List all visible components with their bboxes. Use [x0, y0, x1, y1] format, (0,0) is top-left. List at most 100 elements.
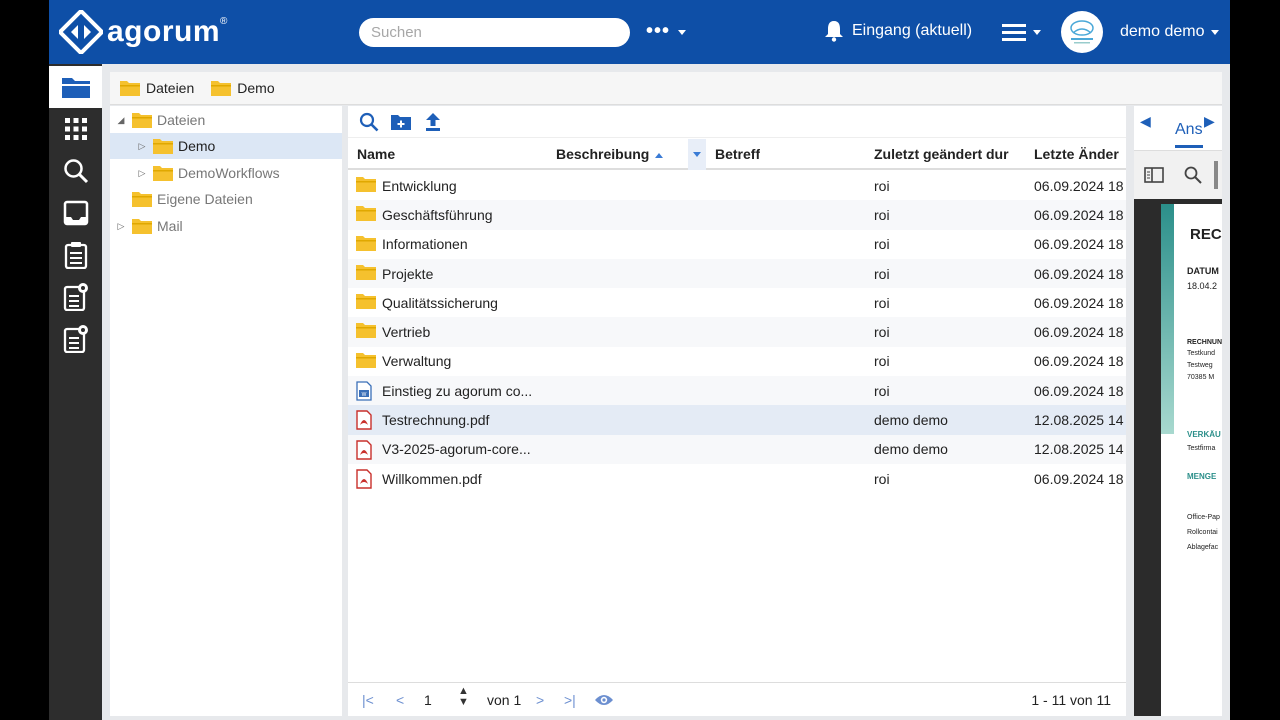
- hamburger-menu-icon[interactable]: [1002, 22, 1026, 42]
- inbox-label: Eingang (aktuell): [852, 22, 973, 39]
- row-icon: W: [356, 381, 372, 404]
- first-page-icon[interactable]: |<: [362, 692, 374, 708]
- expanded-arrow-icon[interactable]: ◢: [116, 115, 126, 126]
- table-row[interactable]: Qualitätssicherung roi 06.09.2024 18: [348, 288, 1126, 317]
- tab-prev-arrow-icon[interactable]: ◀: [1140, 113, 1151, 130]
- nav-inbox[interactable]: [49, 192, 102, 234]
- table-row[interactable]: Informationen roi 06.09.2024 18: [348, 230, 1126, 259]
- tree-item-label: Demo: [178, 138, 216, 154]
- cell-changed-by: roi: [874, 206, 890, 223]
- inbox-button[interactable]: Eingang (aktuell): [824, 20, 972, 42]
- table-row[interactable]: Geschäftsführung roi 06.09.2024 18: [348, 200, 1126, 230]
- logo-text: agorum: [107, 15, 221, 48]
- eye-icon[interactable]: [594, 693, 614, 707]
- table-row[interactable]: Verwaltung roi 06.09.2024 18: [348, 347, 1126, 376]
- search-icon[interactable]: [1184, 166, 1202, 184]
- row-icon: [356, 410, 372, 433]
- collapsed-arrow-icon[interactable]: ▷: [137, 168, 147, 179]
- pdf-icon: [356, 439, 372, 460]
- pagination-bar: |< < 1 ▲ ▼ von 1 > >| 1 - 11 von 11: [348, 682, 1126, 716]
- prev-page-icon[interactable]: <: [396, 692, 404, 708]
- more-menu-button[interactable]: •••: [646, 20, 670, 43]
- cell-name: Einstieg zu agorum co...: [382, 382, 533, 399]
- upload-icon: [426, 113, 440, 131]
- cell-changed-by: roi: [874, 294, 890, 311]
- pdf-viewer-toolbar: [1134, 151, 1222, 199]
- next-page-icon[interactable]: >: [536, 692, 544, 708]
- table-header: Name Beschreibung Betreff Zuletzt geände…: [348, 139, 1126, 170]
- cell-last-changed: 06.09.2024 18: [1034, 324, 1124, 341]
- folder-icon: [211, 81, 232, 96]
- new-folder-button[interactable]: [390, 111, 412, 133]
- cell-last-changed: 06.09.2024 18: [1034, 265, 1124, 282]
- table-row[interactable]: Testrechnung.pdf demo demo 12.08.2025 14: [348, 405, 1126, 435]
- folder-icon: [120, 81, 140, 96]
- folder-icon: [356, 235, 376, 251]
- upload-button[interactable]: [422, 111, 444, 133]
- tab-ansicht[interactable]: Ans: [1175, 121, 1203, 148]
- cell-last-changed: 06.09.2024 18: [1034, 177, 1124, 194]
- column-menu-button[interactable]: [688, 139, 706, 170]
- nav-search[interactable]: [49, 150, 102, 192]
- table-row[interactable]: Vertrieb roi 06.09.2024 18: [348, 317, 1126, 347]
- last-page-icon[interactable]: >|: [564, 692, 576, 708]
- tree-item-demo[interactable]: ▷ Demo: [110, 133, 342, 159]
- agorum-logo-icon: [59, 10, 103, 54]
- nav-files[interactable]: [49, 66, 102, 108]
- folder-icon: [153, 166, 173, 181]
- page-number-input[interactable]: 1: [424, 692, 432, 708]
- row-icon: [356, 352, 376, 371]
- column-header-beschreibung[interactable]: Beschreibung: [556, 146, 664, 162]
- user-name: demo demo: [1120, 23, 1205, 40]
- column-header-last-changed[interactable]: Letzte Änder: [1034, 146, 1126, 162]
- nav-workflow-1[interactable]: [49, 276, 102, 318]
- cell-last-changed: 12.08.2025 14: [1034, 412, 1124, 429]
- cell-name: Entwicklung: [382, 177, 457, 194]
- collapsed-arrow-icon[interactable]: ▷: [116, 221, 126, 232]
- nav-workflow-2[interactable]: [49, 318, 102, 360]
- table-row[interactable]: V3-2025-agorum-core... demo demo 12.08.202…: [348, 434, 1126, 464]
- invoice-text: Testkund: [1187, 350, 1216, 357]
- chevron-down-icon[interactable]: [678, 30, 686, 35]
- cell-changed-by: roi: [874, 236, 890, 253]
- tree-item-mail[interactable]: ▷ Mail: [110, 213, 342, 239]
- breadcrumb-item[interactable]: Demo: [211, 80, 275, 96]
- table-row[interactable]: Willkommen.pdf roi 06.09.2024 18: [348, 464, 1126, 493]
- folder-tree: ◢ Dateien ▷ Demo ▷ DemoWorkflows Eigene …: [110, 106, 342, 716]
- invoice-text: Office-Pap: [1187, 514, 1220, 521]
- user-menu[interactable]: demo demo: [1120, 23, 1219, 41]
- column-header-changed-by[interactable]: Zuletzt geändert dur: [874, 146, 1026, 162]
- table-row[interactable]: Projekte roi 06.09.2024 18: [348, 258, 1126, 289]
- tab-next-arrow-icon[interactable]: ▶: [1204, 113, 1215, 130]
- cell-last-changed: 06.09.2024 18: [1034, 294, 1124, 311]
- table-row[interactable]: Entwicklung roi 06.09.2024 18: [348, 171, 1126, 200]
- table-row[interactable]: W Einstieg zu agorum co... roi 06.09.2024 1…: [348, 376, 1126, 406]
- nav-tasks[interactable]: [49, 234, 102, 276]
- chevron-down-icon[interactable]: [1033, 30, 1041, 35]
- cell-changed-by: roi: [874, 324, 890, 341]
- tree-item-eigene-dateien[interactable]: Eigene Dateien: [110, 186, 342, 212]
- tree-item-label: Dateien: [157, 112, 206, 128]
- tree-item-demoworkflows[interactable]: ▷ DemoWorkflows: [110, 160, 342, 186]
- breadcrumb-item[interactable]: Dateien: [120, 80, 194, 96]
- cell-changed-by: demo demo: [874, 441, 948, 458]
- avatar[interactable]: [1061, 11, 1103, 53]
- tree-item-dateien[interactable]: ◢ Dateien: [110, 107, 342, 133]
- search-input[interactable]: [359, 18, 630, 47]
- column-header-name[interactable]: Name: [357, 146, 395, 162]
- cell-changed-by: roi: [874, 382, 890, 399]
- grid-icon: [64, 118, 87, 140]
- column-header-betreff[interactable]: Betreff: [715, 146, 760, 162]
- breadcrumb-label: Dateien: [146, 80, 195, 96]
- bell-icon: [825, 21, 843, 42]
- folder-icon: [61, 78, 90, 98]
- page-stepper-icon[interactable]: ▲ ▼: [458, 686, 469, 708]
- search-button[interactable]: [358, 111, 380, 133]
- nav-apps[interactable]: [49, 108, 102, 150]
- sidebar-toggle-icon[interactable]: [1144, 167, 1164, 183]
- pdf-icon: [356, 410, 372, 431]
- sort-ascending-icon: [655, 152, 664, 158]
- collapsed-arrow-icon[interactable]: ▷: [137, 141, 147, 152]
- row-icon: [356, 264, 376, 283]
- agorum-logo[interactable]: agorum ®: [59, 10, 227, 54]
